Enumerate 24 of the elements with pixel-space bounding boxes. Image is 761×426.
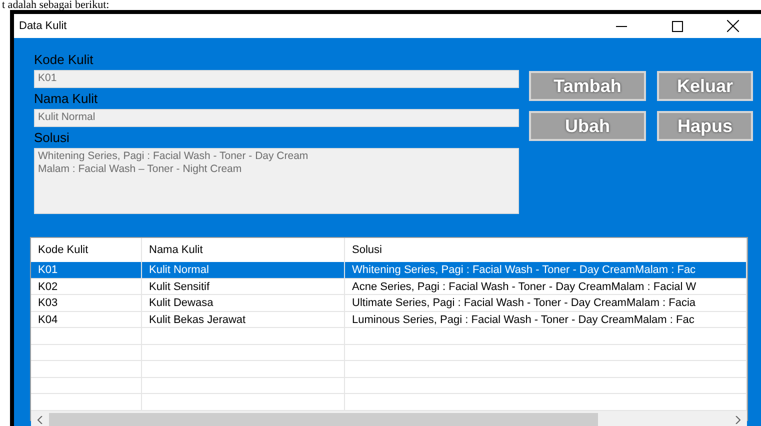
table-cell[interactable]: Whitening Series, Pagi : Facial Wash - Toner - Day CreamMalam : Fac [345, 262, 747, 278]
table-cell[interactable]: K02 [31, 278, 142, 295]
input-field[interactable]: K01 [34, 70, 519, 88]
table-cell[interactable]: Kulit Dewasa [142, 295, 345, 312]
table-cell[interactable]: Kulit Normal [142, 262, 345, 278]
maximize-icon [672, 20, 682, 32]
table-cell[interactable]: Acne Series, Pagi : Facial Wash - Toner - Day CreamMalam : Facial W [345, 278, 747, 295]
table-cell[interactable]: K04 [31, 312, 142, 328]
table-cell[interactable]: Kulit Sensitif [142, 278, 345, 295]
table-cell[interactable]: K03 [31, 295, 142, 312]
table-cell[interactable]: Luminous Series, Pagi : Facial Wash - Toner - Day CreamMalam : Fac [345, 312, 747, 328]
horizontal-scrollbar[interactable] [31, 410, 747, 426]
close-icon [727, 20, 739, 32]
window-title: Data Kulit [19, 20, 68, 32]
table-cell[interactable]: Ultimate Series, Pagi : Facial Wash - Toner - Day CreamMalam : Facia [345, 295, 747, 312]
document-text: t adalah sebagai berikut: [1, 0, 110, 10]
field-label: Solusi [34, 130, 70, 147]
table-cell[interactable]: Kulit Bekas Jerawat [142, 312, 345, 328]
field-label: Nama Kulit [34, 91, 99, 108]
table-cell[interactable]: K01 [31, 262, 142, 278]
input-field[interactable]: Kulit Normal [34, 109, 519, 127]
text-area[interactable]: Whitening Series, Pagi : Facial Wash - Toner - Day Cream Malam : Facial Wash – Toner - Night Cream [34, 148, 519, 214]
field-label: Kode Kulit [34, 52, 94, 69]
scrollbar-thumb[interactable] [49, 412, 598, 426]
